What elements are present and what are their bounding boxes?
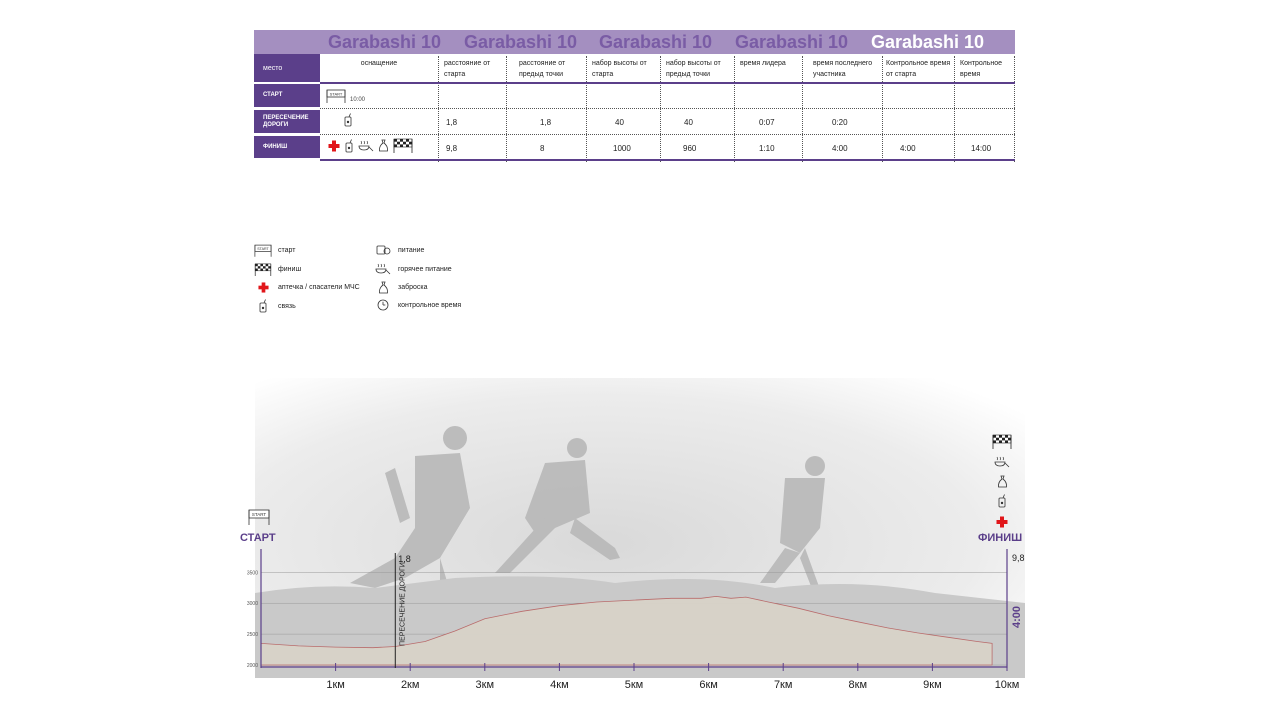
elevation-profile: 2000 2500 3000 3500 1км 2км 3км 4км 5км 6км 7км 8к… [240, 434, 1025, 691]
radio-icon [998, 494, 1006, 508]
x-tick-label: 2км [401, 679, 420, 691]
hot-food-icon [994, 456, 1010, 468]
first-aid-icon [996, 516, 1008, 528]
y-tick-label: 2500 [247, 632, 258, 638]
elevation-area [260, 595, 993, 666]
x-tick-label: 6км [699, 679, 718, 691]
x-tick-label: 5км [625, 679, 644, 691]
start-flag-icon: START [248, 509, 270, 525]
svg-text:START: START [252, 512, 267, 517]
finish-cutoff-time: 4:00 [1011, 606, 1023, 628]
y-tick-label: 2000 [247, 663, 258, 669]
finish-label: ФИНИШ [978, 532, 1022, 544]
finish-flag-icon [992, 434, 1012, 449]
y-tick-label: 3500 [247, 570, 258, 576]
x-tick-label: 7км [774, 679, 793, 691]
y-tick-label: 3000 [247, 601, 258, 607]
x-tick-label: 1км [326, 679, 345, 691]
x-tick-label: 10км [995, 679, 1020, 691]
x-tick-label: 3км [476, 679, 495, 691]
x-tick-label: 9км [923, 679, 942, 691]
y-axis-ticks: 2000 2500 3000 3500 [247, 570, 258, 669]
x-tick-label: 4км [550, 679, 569, 691]
drop-bag-icon [998, 475, 1007, 488]
x-tick-label: 8км [849, 679, 868, 691]
checkpoint-label: ПЕРЕСЕЧЕНИЕ ДОРОГИ [399, 562, 406, 646]
finish-km: 9,8 [1012, 553, 1025, 563]
start-label: СТАРТ [240, 532, 276, 544]
